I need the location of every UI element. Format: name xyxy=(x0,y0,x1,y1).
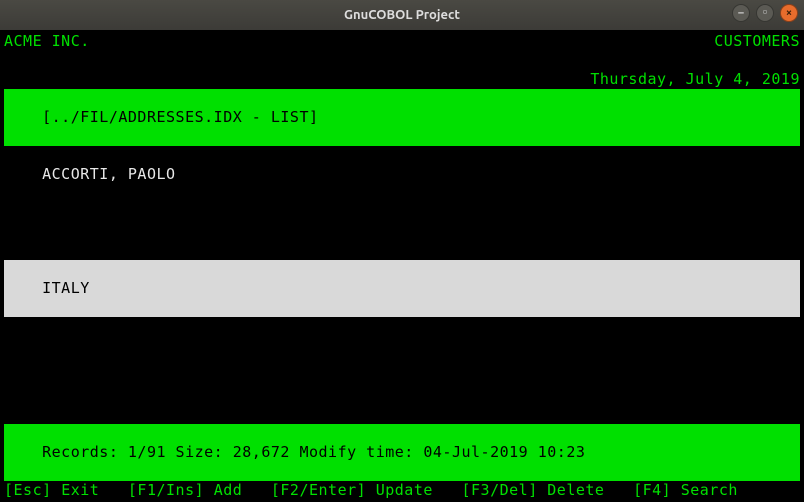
window-titlebar: GnuCOBOL Project – ◦ × xyxy=(0,0,804,30)
record-country: ITALY xyxy=(42,279,90,297)
module-name: CUSTOMERS xyxy=(714,32,800,51)
list-path: [../FIL/ADDRESSES.IDX - LIST] xyxy=(42,108,318,126)
record-line-1[interactable]: ACCORTI, PAOLO xyxy=(4,146,800,203)
record-line-3-selected[interactable]: ITALY xyxy=(4,260,800,317)
status-bar: Records: 1/91 Size: 28,672 Modify time: … xyxy=(4,424,800,481)
terminal-body xyxy=(4,317,800,424)
terminal: ACME INC. CUSTOMERS Thursday, July 4, 20… xyxy=(0,30,804,502)
date-row: Thursday, July 4, 2019 xyxy=(4,70,800,89)
record-line-2 xyxy=(4,203,800,260)
footer-key-hints: [Esc] Exit [F1/Ins] Add [F2/Enter] Updat… xyxy=(4,481,800,500)
header-row: ACME INC. CUSTOMERS xyxy=(4,32,800,51)
list-header-bar: [../FIL/ADDRESSES.IDX - LIST] xyxy=(4,89,800,146)
status-text: Records: 1/91 Size: 28,672 Modify time: … xyxy=(42,443,585,461)
hint-delete[interactable]: [F3/Del] Delete xyxy=(462,481,605,500)
minimize-button[interactable]: – xyxy=(732,4,750,22)
close-button[interactable]: × xyxy=(780,4,798,22)
record-name: ACCORTI, PAOLO xyxy=(42,165,175,183)
hint-add[interactable]: [F1/Ins] Add xyxy=(128,481,242,500)
current-date: Thursday, July 4, 2019 xyxy=(590,70,800,89)
hint-update[interactable]: [F2/Enter] Update xyxy=(271,481,433,500)
company-name: ACME INC. xyxy=(4,32,90,51)
maximize-button[interactable]: ◦ xyxy=(756,4,774,22)
window-title: GnuCOBOL Project xyxy=(344,8,460,22)
window-controls: – ◦ × xyxy=(732,4,798,22)
blank-row xyxy=(4,51,800,70)
hint-search[interactable]: [F4] Search xyxy=(633,481,738,500)
hint-exit[interactable]: [Esc] Exit xyxy=(4,481,99,500)
